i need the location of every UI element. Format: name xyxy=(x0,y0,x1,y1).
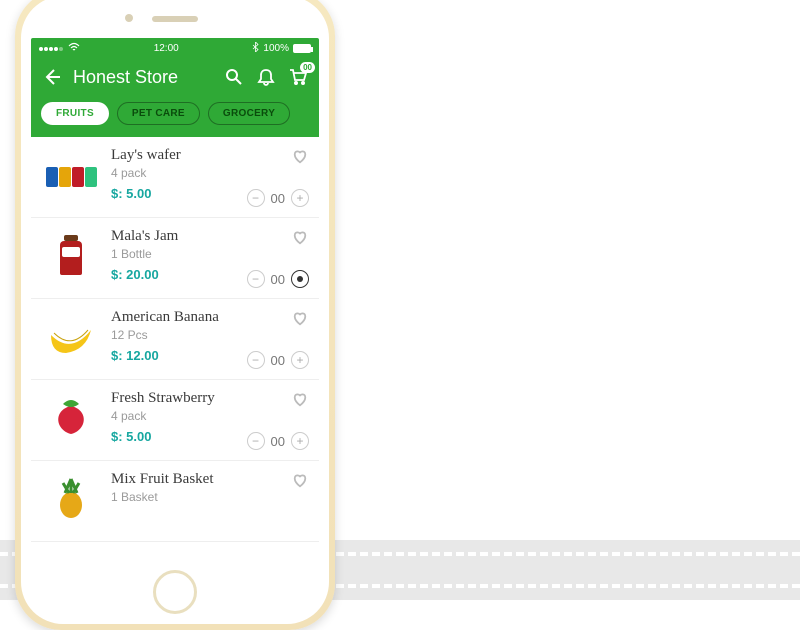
favorite-button[interactable] xyxy=(291,309,309,332)
back-button[interactable] xyxy=(41,66,63,88)
product-row[interactable]: Mala's Jam 1 Bottle $: 20.00 − 00 xyxy=(31,218,319,299)
page-title: Honest Store xyxy=(73,67,213,88)
cart-button[interactable]: 00 xyxy=(287,66,309,88)
qty-value: 00 xyxy=(271,434,285,449)
bluetooth-icon xyxy=(252,42,259,55)
product-name: Mala's Jam xyxy=(111,228,237,245)
category-tabs: FRUITS PET CARE GROCERY xyxy=(31,96,319,137)
quantity-stepper: − 00 xyxy=(247,270,309,288)
qty-decrease-button[interactable]: − xyxy=(247,351,265,369)
product-name: Mix Fruit Basket xyxy=(111,471,281,488)
favorite-button[interactable] xyxy=(291,147,309,170)
product-price: $: 5.00 xyxy=(111,186,237,201)
product-image xyxy=(41,147,101,207)
wifi-icon xyxy=(68,42,80,55)
qty-increase-button[interactable]: + xyxy=(291,189,309,207)
phone-frame: 12:00 100% Honest Store xyxy=(15,0,335,630)
qty-increase-button[interactable]: + xyxy=(291,432,309,450)
tab-fruits[interactable]: FRUITS xyxy=(41,102,109,125)
battery-icon xyxy=(293,44,311,53)
product-image xyxy=(41,228,101,288)
favorite-button[interactable] xyxy=(291,471,309,494)
quantity-stepper: − 00 + xyxy=(247,432,309,450)
product-subtitle: 4 pack xyxy=(111,409,237,423)
product-row[interactable]: Mix Fruit Basket 1 Basket xyxy=(31,461,319,542)
product-list[interactable]: Lay's wafer 4 pack $: 5.00 − 00 + Mala's… xyxy=(31,137,319,542)
status-bar: 12:00 100% xyxy=(31,38,319,58)
product-name: American Banana xyxy=(111,309,237,326)
product-row[interactable]: Fresh Strawberry 4 pack $: 5.00 − 00 + xyxy=(31,380,319,461)
favorite-button[interactable] xyxy=(291,228,309,251)
qty-increase-button[interactable] xyxy=(291,270,309,288)
product-price: $: 20.00 xyxy=(111,267,237,282)
product-subtitle: 1 Basket xyxy=(111,490,281,504)
qty-value: 00 xyxy=(271,353,285,368)
cart-badge: 00 xyxy=(300,62,315,73)
qty-decrease-button[interactable]: − xyxy=(247,432,265,450)
qty-value: 00 xyxy=(271,272,285,287)
product-row[interactable]: Lay's wafer 4 pack $: 5.00 − 00 + xyxy=(31,137,319,218)
product-price: $: 12.00 xyxy=(111,348,237,363)
product-row[interactable]: American Banana 12 Pcs $: 12.00 − 00 + xyxy=(31,299,319,380)
quantity-stepper: − 00 + xyxy=(247,351,309,369)
status-time: 12:00 xyxy=(154,43,179,54)
search-button[interactable] xyxy=(223,66,245,88)
product-name: Fresh Strawberry xyxy=(111,390,237,407)
phone-camera xyxy=(125,14,133,22)
product-name: Lay's wafer xyxy=(111,147,237,164)
product-price: $: 5.00 xyxy=(111,429,237,444)
quantity-stepper: − 00 + xyxy=(247,189,309,207)
navbar: Honest Store 00 xyxy=(31,58,319,96)
home-button[interactable] xyxy=(153,570,197,614)
app-screen: 12:00 100% Honest Store xyxy=(31,38,319,564)
product-subtitle: 4 pack xyxy=(111,166,237,180)
product-image xyxy=(41,390,101,450)
qty-increase-button[interactable]: + xyxy=(291,351,309,369)
product-subtitle: 1 Bottle xyxy=(111,247,237,261)
phone-speaker xyxy=(152,16,198,22)
qty-decrease-button[interactable]: − xyxy=(247,189,265,207)
tab-pet-care[interactable]: PET CARE xyxy=(117,102,200,125)
signal-dots-icon xyxy=(39,43,64,54)
product-image xyxy=(41,471,101,531)
tab-grocery[interactable]: GROCERY xyxy=(208,102,290,125)
notifications-button[interactable] xyxy=(255,66,277,88)
product-subtitle: 12 Pcs xyxy=(111,328,237,342)
qty-value: 00 xyxy=(271,191,285,206)
favorite-button[interactable] xyxy=(291,390,309,413)
qty-decrease-button[interactable]: − xyxy=(247,270,265,288)
battery-percent: 100% xyxy=(263,43,289,54)
product-image xyxy=(41,309,101,369)
